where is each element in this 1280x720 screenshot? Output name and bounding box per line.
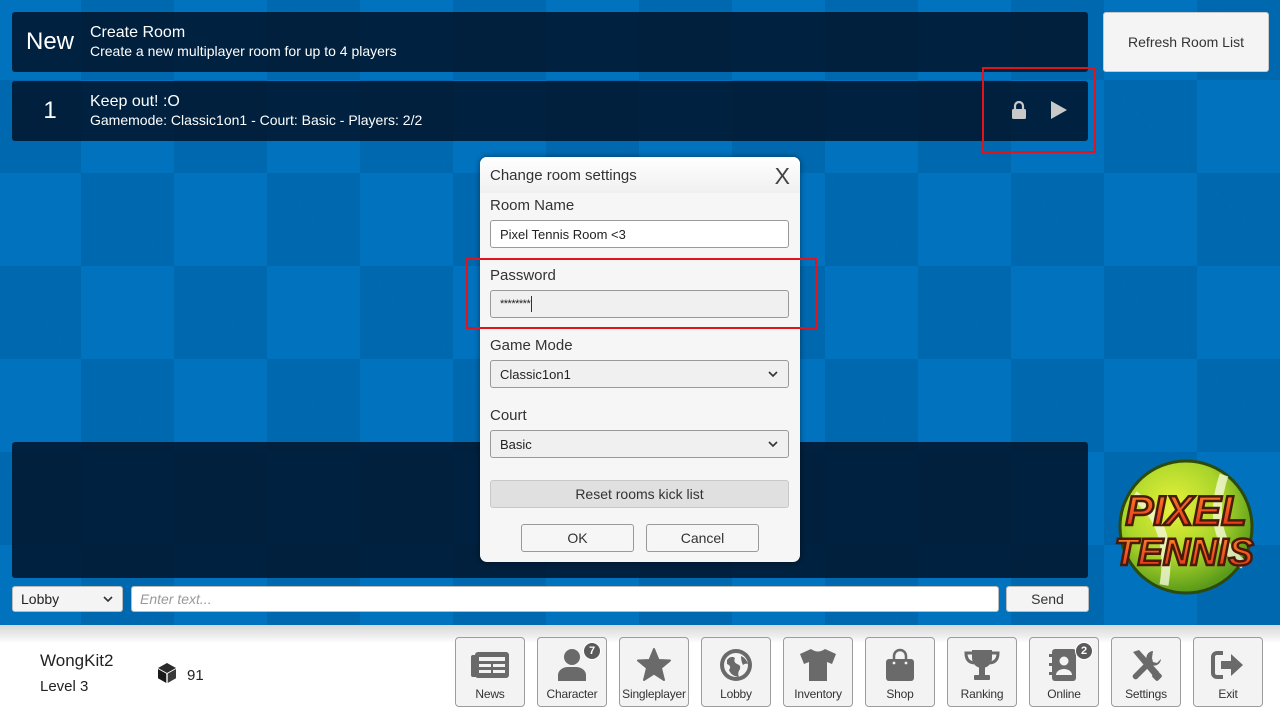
star-icon <box>620 647 688 683</box>
online-badge: 2 <box>1075 642 1093 660</box>
court-select[interactable]: Basic <box>490 430 789 458</box>
chevron-down-icon <box>767 368 779 383</box>
play-icon[interactable] <box>1050 99 1068 121</box>
nav-inventory-button[interactable]: Inventory <box>783 637 853 707</box>
trophy-icon <box>948 647 1016 683</box>
dialog-title: Change room settings <box>490 167 637 184</box>
character-badge: 7 <box>583 642 601 660</box>
room-name: Keep out! :O <box>90 93 180 110</box>
tools-icon <box>1112 647 1180 683</box>
nav-label: Shop <box>886 687 914 701</box>
exit-icon <box>1194 647 1262 683</box>
send-button[interactable]: Send <box>1006 586 1089 612</box>
chevron-down-icon <box>102 592 114 608</box>
currency-value: 91 <box>187 667 204 684</box>
court-label: Court <box>490 407 527 424</box>
nav-label: Inventory <box>794 687 842 701</box>
player-name: WongKit2 <box>40 651 114 670</box>
shirt-icon <box>784 647 852 683</box>
chat-channel-select[interactable]: Lobby <box>12 586 123 612</box>
nav-label: News <box>475 687 505 701</box>
court-value: Basic <box>500 436 532 452</box>
shopping-bag-icon <box>866 647 934 683</box>
dialog-header: Change room settings X <box>480 157 800 193</box>
password-input[interactable]: ******** <box>490 290 789 318</box>
create-room-subtitle: Create a new multiplayer room for up to … <box>90 43 397 59</box>
create-room-label: New <box>25 28 74 55</box>
nav-exit-button[interactable]: Exit <box>1193 637 1263 707</box>
nav-singleplayer-button[interactable]: Singleplayer <box>619 637 689 707</box>
chat-input[interactable] <box>131 586 999 612</box>
game-mode-value: Classic1on1 <box>500 366 571 382</box>
nav-lobby-button[interactable]: Lobby <box>701 637 771 707</box>
cube-icon <box>157 662 177 689</box>
nav-settings-button[interactable]: Settings <box>1111 637 1181 707</box>
refresh-room-list-button[interactable]: Refresh Room List <box>1103 12 1269 72</box>
nav-shop-button[interactable]: Shop <box>865 637 935 707</box>
password-value: ******** <box>500 298 531 310</box>
newspaper-icon <box>456 647 524 683</box>
room-name-input[interactable]: Pixel Tennis Room <3 <box>490 220 789 248</box>
ok-button[interactable]: OK <box>521 524 634 552</box>
nav-label: Ranking <box>960 687 1004 701</box>
nav-online-button[interactable]: 2 Online <box>1029 637 1099 707</box>
chevron-down-icon <box>767 438 779 453</box>
reset-kick-list-button[interactable]: Reset rooms kick list <box>490 480 789 508</box>
nav-label: Settings <box>1125 687 1167 701</box>
globe-icon <box>702 647 770 683</box>
nav-label: Exit <box>1218 687 1238 701</box>
logo-line-2: TENNIS <box>1114 532 1253 574</box>
currency-display: 91 <box>157 662 204 689</box>
logo-line-1: PIXEL <box>1125 487 1246 534</box>
nav-news-button[interactable]: News <box>455 637 525 707</box>
room-settings-dialog: Change room settings X Room Name Pixel T… <box>480 157 800 562</box>
player-level: Level 3 <box>40 678 89 695</box>
nav-label: Online <box>1047 687 1081 701</box>
room-name-value: Pixel Tennis Room <3 <box>500 226 626 242</box>
room-name-label: Room Name <box>490 197 575 214</box>
lobby-background: New Create Room Create a new multiplayer… <box>0 0 1280 625</box>
nav-label: Singleplayer <box>622 687 686 701</box>
room-list-item[interactable]: 1 Keep out! :O Gamemode: Classic1on1 - C… <box>12 81 1088 141</box>
lock-icon <box>1010 99 1028 121</box>
nav-character-button[interactable]: 7 Character <box>537 637 607 707</box>
game-mode-select[interactable]: Classic1on1 <box>490 360 789 388</box>
close-icon[interactable]: X <box>775 163 790 190</box>
nav-ranking-button[interactable]: Ranking <box>947 637 1017 707</box>
create-room-title: Create Room <box>90 24 186 41</box>
nav-label: Lobby <box>720 687 752 701</box>
create-room-row[interactable]: New Create Room Create a new multiplayer… <box>12 12 1088 72</box>
password-label: Password <box>490 267 556 284</box>
game-mode-label: Game Mode <box>490 337 573 354</box>
cancel-button[interactable]: Cancel <box>646 524 759 552</box>
text-caret <box>531 296 533 312</box>
chat-channel-value: Lobby <box>21 591 60 607</box>
room-number: 1 <box>43 97 57 124</box>
nav-label: Character <box>546 687 598 701</box>
room-details: Gamemode: Classic1on1 - Court: Basic - P… <box>90 112 423 128</box>
pixel-tennis-logo: PIXEL TENNIS <box>1104 455 1264 600</box>
